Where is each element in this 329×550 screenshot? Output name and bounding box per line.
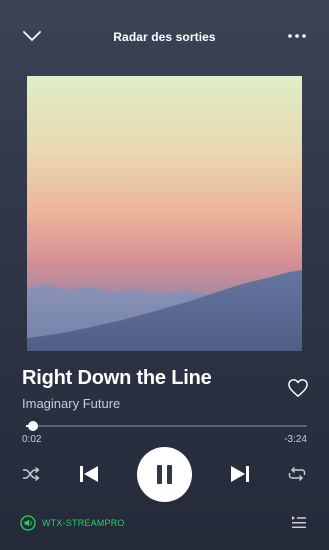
queue-icon[interactable] bbox=[291, 515, 307, 529]
device-label: WTX-STREAMPRO bbox=[42, 518, 125, 528]
connected-device[interactable]: WTX-STREAMPRO bbox=[20, 514, 125, 532]
top-bar: Radar des sorties bbox=[0, 0, 329, 76]
pause-button[interactable] bbox=[137, 447, 192, 502]
repeat-icon[interactable] bbox=[288, 466, 306, 482]
progress-bar[interactable] bbox=[26, 425, 307, 427]
remaining-time: -3:24 bbox=[284, 434, 307, 445]
heart-icon[interactable] bbox=[287, 378, 309, 398]
playlist-title: Radar des sorties bbox=[113, 30, 216, 44]
speaker-icon bbox=[20, 515, 36, 531]
shuffle-icon[interactable] bbox=[22, 466, 40, 482]
more-options-icon[interactable] bbox=[287, 30, 307, 42]
skip-next-icon[interactable] bbox=[229, 464, 251, 484]
elapsed-time: 0:02 bbox=[22, 434, 42, 445]
album-artwork bbox=[27, 76, 302, 351]
progress-handle[interactable] bbox=[28, 421, 38, 431]
skip-previous-icon[interactable] bbox=[78, 464, 100, 484]
pause-icon bbox=[157, 465, 162, 484]
track-artist[interactable]: Imaginary Future bbox=[22, 396, 120, 411]
track-title: Right Down the Line bbox=[22, 367, 212, 389]
